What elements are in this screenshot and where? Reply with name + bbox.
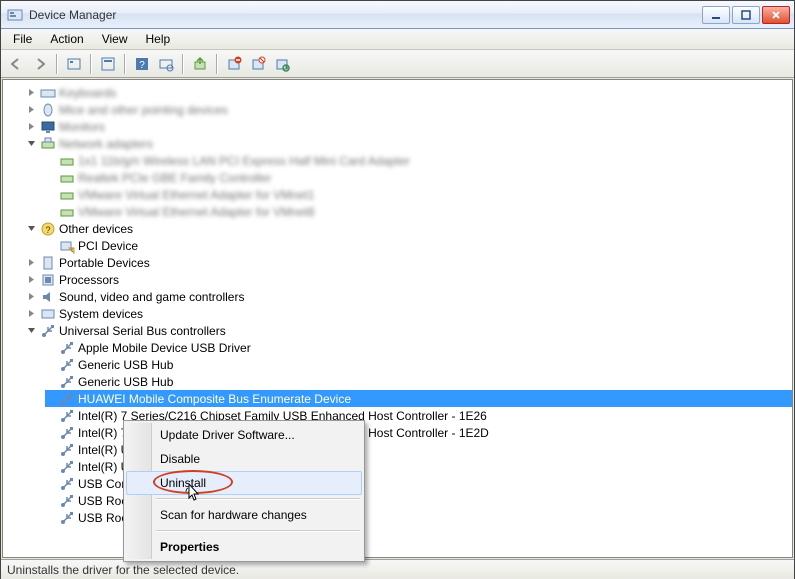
usb-icon (40, 323, 56, 339)
tree-label[interactable]: System devices (59, 307, 143, 321)
expander-open-icon[interactable] (26, 223, 37, 234)
sound-icon (40, 289, 56, 305)
network-adapter-icon (59, 153, 75, 169)
usb-device-icon (59, 374, 75, 390)
system-devices-icon (40, 306, 56, 322)
tree-label[interactable]: HUAWEI Mobile Composite Bus Enumerate De… (78, 392, 351, 406)
tree-label[interactable]: Other devices (59, 222, 133, 236)
monitor-icon (40, 119, 56, 135)
usb-device-icon (59, 459, 75, 475)
ctx-properties[interactable]: Properties (126, 535, 362, 559)
update-driver-button[interactable] (189, 53, 211, 75)
portable-devices-icon (40, 255, 56, 271)
tree-label[interactable]: Realtek PCIe GBE Family Controller (78, 171, 271, 185)
back-button[interactable] (5, 53, 27, 75)
menu-file[interactable]: File (5, 30, 40, 48)
forward-button[interactable] (29, 53, 51, 75)
tree-label[interactable]: Mice and other pointing devices (59, 103, 228, 117)
tree-label[interactable]: PCI Device (78, 239, 138, 253)
minimize-button[interactable] (702, 6, 730, 24)
ctx-disable[interactable]: Disable (126, 447, 362, 471)
expander-icon[interactable] (26, 291, 37, 302)
tree-label[interactable]: VMware Virtual Ethernet Adapter for VMne… (78, 188, 315, 202)
show-hidden-button[interactable] (63, 53, 85, 75)
expander-open-icon[interactable] (26, 138, 37, 149)
properties-button[interactable] (97, 53, 119, 75)
svg-text:?: ? (139, 60, 145, 71)
expander-icon[interactable] (26, 121, 37, 132)
tree-label[interactable]: Network adapters (59, 137, 153, 151)
maximize-button[interactable] (732, 6, 760, 24)
tree-label[interactable]: VMware Virtual Ethernet Adapter for VMne… (78, 205, 315, 219)
keyboard-icon (40, 85, 56, 101)
enable-button[interactable] (271, 53, 293, 75)
app-icon (7, 7, 23, 23)
network-adapter-icon (59, 204, 75, 220)
expander-icon[interactable] (26, 274, 37, 285)
tree-label[interactable]: Portable Devices (59, 256, 150, 270)
expander-open-icon[interactable] (26, 325, 37, 336)
device-tree[interactable]: Keyboards Mice and other pointing device… (3, 80, 792, 557)
disable-button[interactable] (247, 53, 269, 75)
tree-label[interactable]: Universal Serial Bus controllers (59, 324, 226, 338)
close-button[interactable] (762, 6, 790, 24)
expander-icon[interactable] (26, 257, 37, 268)
content-area: Keyboards Mice and other pointing device… (2, 79, 793, 558)
usb-device-icon (59, 357, 75, 373)
usb-device-icon (59, 442, 75, 458)
tree-label[interactable]: 1x1 11b/g/n Wireless LAN PCI Express Hal… (78, 154, 410, 168)
expander-icon[interactable] (26, 308, 37, 319)
scan-hardware-button[interactable] (155, 53, 177, 75)
usb-device-icon (59, 510, 75, 526)
title-bar: Device Manager (1, 1, 794, 29)
uninstall-button[interactable] (223, 53, 245, 75)
tree-label[interactable]: Keyboards (59, 86, 116, 100)
ctx-update-driver[interactable]: Update Driver Software... (126, 423, 362, 447)
window-title: Device Manager (29, 8, 702, 22)
menu-action[interactable]: Action (42, 30, 91, 48)
tree-label[interactable]: Generic USB Hub (78, 375, 173, 389)
tree-label[interactable]: Generic USB Hub (78, 358, 173, 372)
usb-device-icon (59, 425, 75, 441)
tree-label[interactable]: Monitors (59, 120, 105, 134)
svg-text:?: ? (45, 225, 50, 235)
toolbar: ? (1, 50, 794, 78)
help-button[interactable]: ? (131, 53, 153, 75)
usb-device-icon (59, 391, 75, 407)
network-icon (40, 136, 56, 152)
other-devices-icon: ? (40, 221, 56, 237)
usb-device-icon (59, 476, 75, 492)
tree-label[interactable]: Processors (59, 273, 119, 287)
usb-device-icon (59, 340, 75, 356)
mouse-icon (40, 102, 56, 118)
status-bar: Uninstalls the driver for the selected d… (1, 559, 794, 579)
expander-icon[interactable] (26, 104, 37, 115)
ctx-scan-hardware[interactable]: Scan for hardware changes (126, 503, 362, 527)
menu-help[interactable]: Help (138, 30, 179, 48)
menu-view[interactable]: View (94, 30, 136, 48)
usb-device-icon (59, 493, 75, 509)
usb-device-icon (59, 408, 75, 424)
unknown-device-icon: ! (59, 238, 75, 254)
tree-label[interactable]: Apple Mobile Device USB Driver (78, 341, 251, 355)
expander-icon[interactable] (26, 87, 37, 98)
network-adapter-icon (59, 187, 75, 203)
menu-bar: File Action View Help (1, 29, 794, 50)
processor-icon (40, 272, 56, 288)
status-text: Uninstalls the driver for the selected d… (7, 563, 239, 577)
network-adapter-icon (59, 170, 75, 186)
context-menu: Update Driver Software... Disable Uninst… (123, 420, 365, 562)
tree-label[interactable]: Sound, video and game controllers (59, 290, 244, 304)
ctx-uninstall[interactable]: Uninstall (126, 471, 362, 495)
